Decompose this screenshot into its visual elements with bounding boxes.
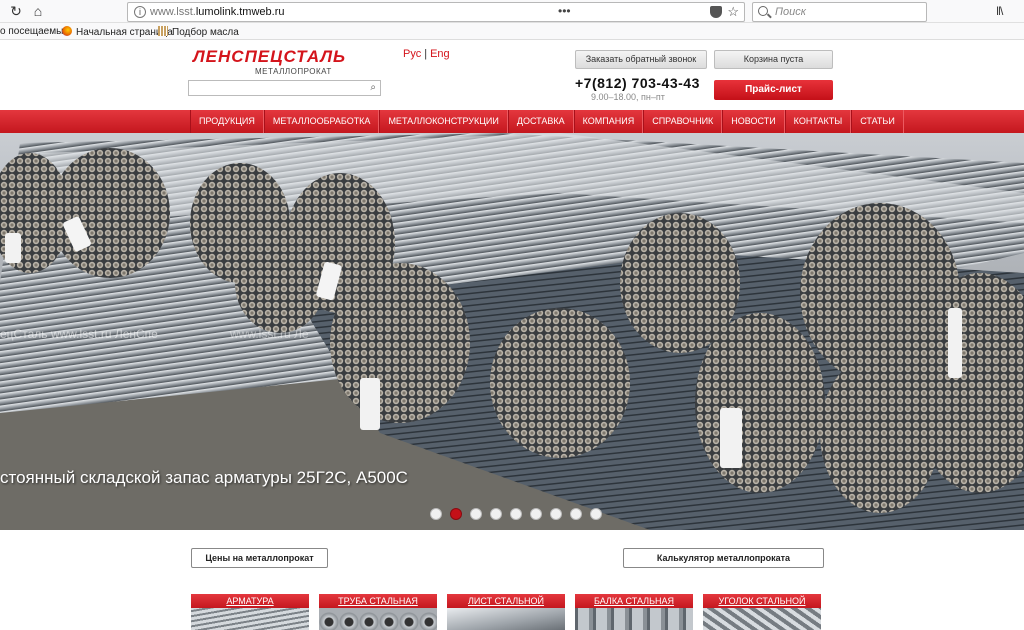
nav-item-structures[interactable]: МЕТАЛЛОКОНСТРУКЦИИ	[379, 110, 508, 133]
browser-search-input[interactable]: Поиск	[752, 2, 927, 22]
info-icon[interactable]: i	[134, 6, 146, 18]
bookmark-most-visited[interactable]: о посещаемые	[0, 26, 69, 37]
bookmark-oil[interactable]: Подбор масла	[158, 26, 239, 38]
slider-dot-1[interactable]	[430, 508, 442, 520]
main-nav: ПРОДУКЦИЯ МЕТАЛЛООБРАБОТКА МЕТАЛЛОКОНСТР…	[0, 110, 1024, 133]
tile-pipe[interactable]: ТРУБА СТАЛЬНАЯ	[319, 594, 437, 630]
watermark-left: ецСталь www.lsst.ru ЛенСпе	[0, 327, 158, 341]
bookmark-home[interactable]: Начальная страница	[62, 26, 173, 38]
lang-ru-link[interactable]: Рус	[403, 48, 421, 60]
working-hours: 9.00–18.00, пн–пт	[591, 92, 665, 102]
nav-item-delivery[interactable]: ДОСТАВКА	[507, 110, 574, 133]
page-actions-icon[interactable]: •••	[558, 4, 704, 18]
nav-item-contacts[interactable]: КОНТАКТЫ	[784, 110, 852, 133]
slider-dot-9[interactable]	[590, 508, 602, 520]
nav-item-company[interactable]: КОМПАНИЯ	[573, 110, 644, 133]
product-tiles: АРМАТУРА ТРУБА СТАЛЬНАЯ ЛИСТ СТАЛЬНОЙ БА…	[191, 594, 821, 630]
search-icon[interactable]: ⌕	[370, 82, 376, 93]
tile-angle-image	[703, 608, 821, 630]
callback-button[interactable]: Заказать обратный звонок	[575, 50, 707, 69]
pocket-icon[interactable]	[710, 6, 722, 18]
tile-beam-image	[575, 608, 693, 630]
bookmark-star-icon[interactable]: ☆	[727, 4, 739, 20]
refresh-icon[interactable]: ↻	[8, 3, 24, 19]
slider-dot-2[interactable]	[450, 508, 462, 520]
pricelist-button[interactable]: Прайс-лист	[714, 80, 833, 100]
slider-dot-5[interactable]	[510, 508, 522, 520]
tile-beam-label[interactable]: БАЛКА СТАЛЬНАЯ	[575, 594, 693, 608]
nav-item-products[interactable]: ПРОДУКЦИЯ	[190, 110, 264, 133]
nav-item-news[interactable]: НОВОСТИ	[722, 110, 785, 133]
slider-dot-6[interactable]	[530, 508, 542, 520]
browser-toolbar: ↻ ⌂ i www.lsst.lumolink.tmweb.ru ••• ☆ П…	[0, 0, 1024, 23]
language-switch: Рус | Eng	[403, 48, 450, 60]
nav-item-articles[interactable]: СТАТЬИ	[851, 110, 904, 133]
site-search-input[interactable]: ⌕	[188, 80, 381, 96]
library-icon[interactable]: ǁ\	[996, 4, 1003, 18]
slider-dots	[430, 508, 602, 520]
tile-sheet[interactable]: ЛИСТ СТАЛЬНОЙ	[447, 594, 565, 630]
cart-button[interactable]: Корзина пуста	[714, 50, 833, 69]
tile-sheet-label[interactable]: ЛИСТ СТАЛЬНОЙ	[447, 594, 565, 608]
slider-dot-3[interactable]	[470, 508, 482, 520]
tile-rebar[interactable]: АРМАТУРА	[191, 594, 309, 630]
site-logo[interactable]: ЛЕНСПЕЦСТАЛЬ МЕТАЛЛОПРОКАТ	[193, 47, 385, 77]
tile-angle[interactable]: УГОЛОК СТАЛЬНОЙ	[703, 594, 821, 630]
prices-button[interactable]: Цены на металлопрокат	[191, 548, 328, 568]
home-icon[interactable]: ⌂	[30, 3, 46, 19]
url-text: www.lsst.lumolink.tmweb.ru	[150, 6, 285, 18]
hero-slider[interactable]: ецСталь www.lsst.ru ЛенСпе www.lsst.ru Л…	[0, 133, 1024, 530]
logo-subtitle: МЕТАЛЛОПРОКАТ	[255, 67, 332, 76]
tile-beam[interactable]: БАЛКА СТАЛЬНАЯ	[575, 594, 693, 630]
hero-caption: стоянный складской запас арматуры 25Г2С,…	[0, 468, 408, 487]
lang-en-link[interactable]: Eng	[430, 48, 450, 60]
nav-item-metalworking[interactable]: МЕТАЛЛООБРАБОТКА	[263, 110, 380, 133]
phone-number: +7(812) 703-43-43	[575, 75, 700, 91]
tile-pipe-image	[319, 608, 437, 630]
tile-angle-label[interactable]: УГОЛОК СТАЛЬНОЙ	[703, 594, 821, 608]
address-bar[interactable]: i www.lsst.lumolink.tmweb.ru ••• ☆	[127, 2, 745, 22]
firefox-icon	[62, 26, 72, 36]
search-icon	[758, 6, 768, 16]
tile-rebar-image	[191, 608, 309, 630]
logo-text: ЛЕНСПЕЦСТАЛЬ	[193, 47, 347, 66]
tile-pipe-label[interactable]: ТРУБА СТАЛЬНАЯ	[319, 594, 437, 608]
slider-dot-8[interactable]	[570, 508, 582, 520]
slider-dot-4[interactable]	[490, 508, 502, 520]
watermark-mid: www.lsst.ru Ле	[229, 327, 309, 341]
calculator-button[interactable]: Калькулятор металлопроката	[623, 548, 824, 568]
slider-dot-7[interactable]	[550, 508, 562, 520]
search-placeholder: Поиск	[775, 6, 806, 18]
nav-item-reference[interactable]: СПРАВОЧНИК	[643, 110, 723, 133]
tile-rebar-label[interactable]: АРМАТУРА	[191, 594, 309, 608]
tile-sheet-image	[447, 608, 565, 630]
bookmarks-bar: о посещаемые Начальная страница Подбор м…	[0, 23, 1024, 40]
oil-icon	[158, 26, 168, 36]
